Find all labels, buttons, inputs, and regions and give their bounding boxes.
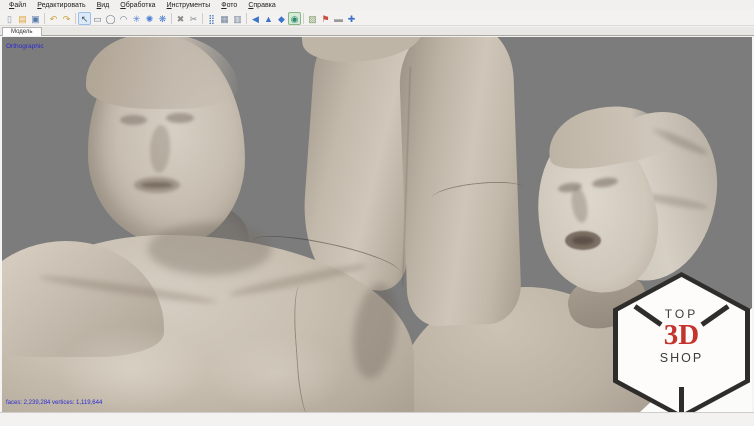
tab-bar: Модель bbox=[0, 27, 754, 36]
menu-processing[interactable]: Обработка bbox=[115, 0, 160, 11]
statue-man-eye bbox=[120, 115, 147, 125]
printer-icon[interactable]: ▬ bbox=[332, 12, 345, 25]
globe-icon[interactable]: ◉ bbox=[288, 12, 301, 25]
redo-icon[interactable]: ↷ bbox=[60, 12, 73, 25]
menu-file[interactable]: Файл bbox=[4, 0, 31, 11]
projection-mode-label: Orthographic bbox=[6, 43, 44, 50]
toolbar: ▯ ▤ ▣ ↶ ↷ ↖ ▭ ◯ ◠ ✳ ✺ ❋ ✖ ✂ ⣿ ▦ ▥ ◀ ▲ ◆ … bbox=[0, 11, 754, 26]
tab-model[interactable]: Модель bbox=[2, 27, 42, 36]
menu-photo[interactable]: Фото bbox=[216, 0, 242, 11]
menu-view[interactable]: Вид bbox=[92, 0, 115, 11]
menu-tools[interactable]: Инструменты bbox=[162, 0, 216, 11]
undo-icon[interactable]: ↶ bbox=[47, 12, 60, 25]
flag-icon[interactable]: ⚑ bbox=[319, 12, 332, 25]
smooth-icon[interactable]: ❋ bbox=[156, 12, 169, 25]
crop-icon[interactable]: ✂ bbox=[187, 12, 200, 25]
menu-edit[interactable]: Редактировать bbox=[32, 0, 90, 11]
menu-bar: Файл Редактировать Вид Обработка Инструм… bbox=[0, 0, 754, 11]
watermark-3d-label: 3D bbox=[613, 319, 750, 352]
texture-photo-icon[interactable]: ▧ bbox=[306, 12, 319, 25]
toolbar-separator bbox=[44, 13, 45, 24]
grid-overlay-icon[interactable]: ▥ bbox=[231, 12, 244, 25]
new-file-icon[interactable]: ▯ bbox=[3, 12, 16, 25]
cube-wireframe-edge bbox=[679, 387, 684, 412]
align-icon[interactable]: ✳ bbox=[130, 12, 143, 25]
pan-up-icon[interactable]: ▲ bbox=[262, 12, 275, 25]
delete-icon[interactable]: ✖ bbox=[174, 12, 187, 25]
status-bar bbox=[0, 412, 754, 426]
menu-help[interactable]: Справка bbox=[243, 0, 280, 11]
table-icon[interactable]: ▦ bbox=[218, 12, 231, 25]
viewport-3d[interactable]: Orthographic bbox=[2, 37, 752, 412]
statue-neck-shadow bbox=[148, 223, 272, 275]
watermark-shop-label: SHOP bbox=[613, 351, 750, 365]
statue-man-chest-highlight bbox=[207, 333, 347, 412]
point-pairs-icon[interactable]: ⣿ bbox=[205, 12, 218, 25]
toolbar-separator bbox=[202, 13, 203, 24]
move-cross-icon[interactable]: ✚ bbox=[345, 12, 358, 25]
statue-woman-mouth bbox=[572, 236, 594, 245]
rotate-view-icon[interactable]: ◆ bbox=[275, 12, 288, 25]
open-folder-icon[interactable]: ▤ bbox=[16, 12, 29, 25]
app-window: Файл Редактировать Вид Обработка Инструм… bbox=[0, 0, 754, 426]
fusion-icon[interactable]: ✺ bbox=[143, 12, 156, 25]
toolbar-separator bbox=[303, 13, 304, 24]
ellipse-select-icon[interactable]: ◯ bbox=[104, 12, 117, 25]
statue-man-hair bbox=[86, 37, 238, 109]
window-edge bbox=[0, 37, 2, 412]
save-icon[interactable]: ▣ bbox=[29, 12, 42, 25]
toolbar-separator bbox=[246, 13, 247, 24]
pan-left-icon[interactable]: ◀ bbox=[249, 12, 262, 25]
statue-man-eye bbox=[166, 113, 194, 123]
statue-man-mouth bbox=[141, 182, 173, 188]
statue-man-chest-highlight bbox=[57, 325, 207, 412]
select-cursor-icon[interactable]: ↖ bbox=[78, 12, 91, 25]
lasso-select-icon[interactable]: ◠ bbox=[117, 12, 130, 25]
toolbar-separator bbox=[171, 13, 172, 24]
mesh-statistics-label: faces: 2,239,284 vertices: 1,119,644 bbox=[6, 400, 102, 406]
rect-select-icon[interactable]: ▭ bbox=[91, 12, 104, 25]
toolbar-separator bbox=[75, 13, 76, 24]
